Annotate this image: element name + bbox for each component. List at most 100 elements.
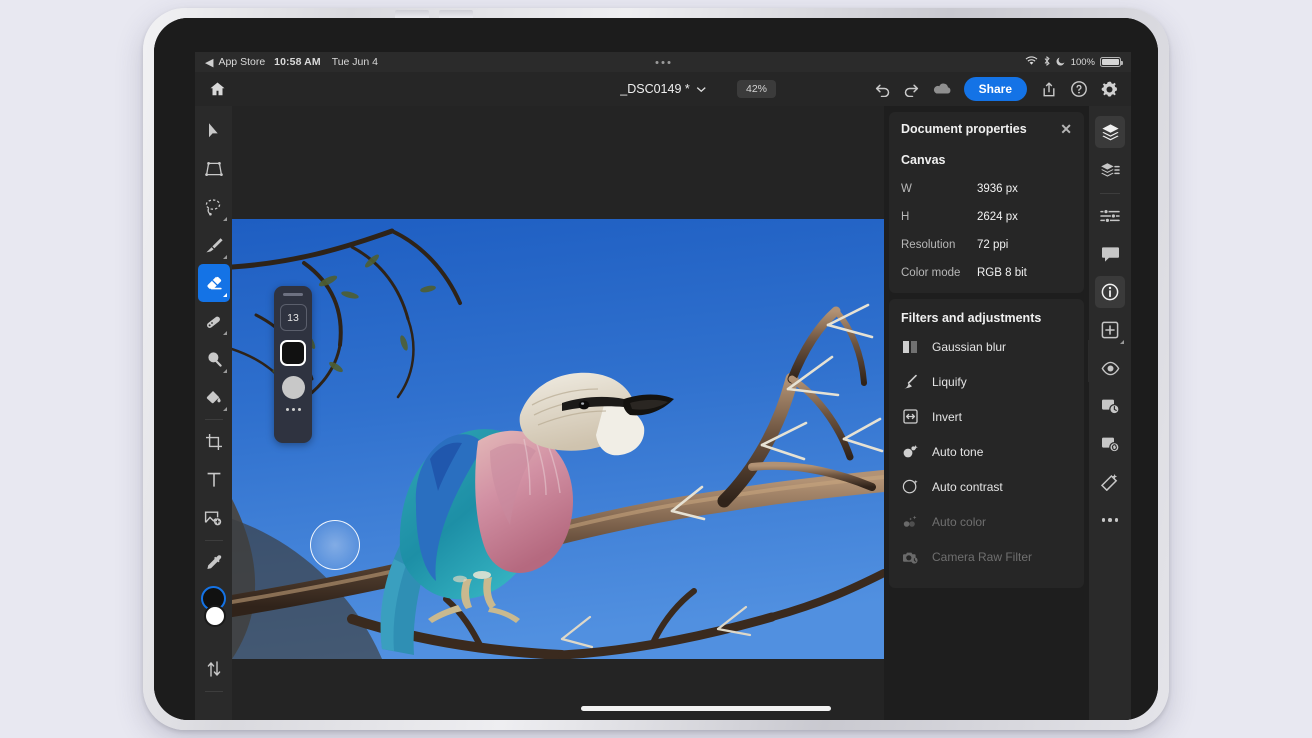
document-properties-title: Document properties — [901, 122, 1027, 136]
brush-settings-hud[interactable]: 13 — [274, 286, 312, 443]
zoom-level-chip[interactable]: 42% — [737, 80, 776, 98]
scene-root: ◀ App Store 10:58 AM Tue Jun 4 — [0, 0, 1312, 738]
layers-panel-button[interactable] — [1095, 116, 1125, 148]
filter-label: Liquify — [932, 375, 967, 389]
close-icon[interactable]: ✕ — [1060, 122, 1072, 136]
chevron-down-icon[interactable] — [696, 82, 706, 96]
property-key: W — [901, 183, 977, 195]
transform-tool[interactable] — [198, 150, 230, 188]
invert-icon — [901, 408, 919, 426]
property-key: H — [901, 211, 977, 223]
status-back-app-label[interactable]: App Store — [218, 56, 265, 68]
filter-item-liquify[interactable]: Liquify — [901, 364, 1072, 399]
settings-icon[interactable] — [1095, 76, 1123, 102]
battery-icon — [1100, 57, 1121, 67]
healing-brush-tool[interactable] — [198, 302, 230, 340]
add-layer-button[interactable] — [1095, 314, 1125, 346]
brush-size-value[interactable]: 13 — [280, 304, 307, 331]
gaussian-blur-icon — [901, 338, 919, 356]
visibility-button[interactable] — [1095, 352, 1125, 384]
filter-item-auto-tone[interactable]: Auto tone — [901, 434, 1072, 469]
document-properties-card: Document properties ✕ Canvas W 3936 px H… — [889, 112, 1084, 293]
mask-button[interactable] — [1095, 390, 1125, 422]
property-row-resolution: Resolution 72 ppi — [901, 239, 1072, 251]
crop-tool[interactable] — [198, 423, 230, 461]
auto-color-icon — [901, 513, 919, 531]
filter-item-invert[interactable]: Invert — [901, 399, 1072, 434]
help-icon[interactable] — [1065, 76, 1093, 102]
auto-contrast-icon — [901, 478, 919, 496]
do-not-disturb-icon — [1056, 56, 1066, 69]
ios-status-bar: ◀ App Store 10:58 AM Tue Jun 4 — [195, 52, 1131, 72]
share-button[interactable]: Share — [964, 77, 1027, 101]
canvas-area[interactable]: 13 + — [232, 106, 922, 720]
filters-and-adjustments-card: Filters and adjustments Gaussian blur — [889, 299, 1084, 588]
place-image-tool[interactable] — [198, 499, 230, 537]
status-date: Tue Jun 4 — [332, 56, 378, 68]
property-row-width: W 3936 px — [901, 183, 1072, 195]
volume-down-button[interactable] — [439, 10, 473, 18]
info-button[interactable] — [1095, 276, 1125, 308]
volume-up-button[interactable] — [395, 10, 429, 18]
liquify-icon — [901, 373, 919, 391]
filter-label: Auto contrast — [932, 480, 1003, 494]
filter-item-auto-contrast[interactable]: Auto contrast — [901, 469, 1072, 504]
filter-item-camera-raw-filter: Camera Raw Filter — [901, 539, 1072, 574]
clipping-mask-button[interactable] — [1095, 428, 1125, 460]
filter-item-auto-color: Auto color — [901, 504, 1072, 539]
property-value[interactable]: 3936 px — [977, 183, 1018, 195]
bluetooth-icon — [1043, 56, 1051, 69]
multitask-handle[interactable] — [656, 61, 671, 64]
cloud-icon[interactable] — [928, 76, 956, 102]
photo-layer-lilac-breasted-roller[interactable] — [232, 219, 884, 659]
property-row-color-mode: Color mode RGB 8 bit — [901, 267, 1072, 279]
filter-label: Gaussian blur — [932, 340, 1006, 354]
properties-panel: Document properties ✕ Canvas W 3936 px H… — [884, 106, 1089, 720]
property-value[interactable]: RGB 8 bit — [977, 267, 1027, 279]
undo-icon[interactable] — [868, 76, 896, 102]
swap-arrows-icon[interactable] — [198, 650, 230, 688]
effects-button[interactable] — [1095, 466, 1125, 498]
property-value[interactable]: 72 ppi — [977, 239, 1008, 251]
brush-opacity-swatch[interactable] — [282, 376, 305, 399]
color-swatches[interactable] — [198, 586, 230, 644]
back-arrow-icon[interactable]: ◀ — [205, 56, 213, 69]
move-select-tool[interactable] — [198, 112, 230, 150]
document-properties-header: Document properties ✕ — [901, 122, 1072, 136]
status-time: 10:58 AM — [274, 56, 321, 68]
document-title[interactable]: _DSC0149 * — [620, 82, 706, 96]
more-options-button[interactable] — [1095, 504, 1125, 536]
hud-drag-handle[interactable] — [283, 293, 303, 296]
brush-color-swatch[interactable] — [280, 340, 306, 366]
layer-properties-button[interactable] — [1095, 154, 1125, 186]
comments-button[interactable] — [1095, 238, 1125, 270]
background-color-swatch[interactable] — [204, 605, 226, 627]
home-icon[interactable] — [203, 76, 231, 102]
canvas-section-title: Canvas — [901, 153, 1072, 167]
adjustments-button[interactable] — [1095, 200, 1125, 232]
filter-item-gaussian-blur[interactable]: Gaussian blur — [901, 329, 1072, 364]
eyedropper-tool[interactable] — [198, 544, 230, 582]
paint-bucket-tool[interactable] — [198, 378, 230, 416]
auto-tone-icon — [901, 443, 919, 461]
eraser-tool[interactable] — [198, 264, 230, 302]
property-value[interactable]: 2624 px — [977, 211, 1018, 223]
redo-icon[interactable] — [898, 76, 926, 102]
brush-tool[interactable] — [198, 226, 230, 264]
filter-label: Auto color — [932, 515, 986, 529]
filter-label: Camera Raw Filter — [932, 550, 1032, 564]
app-toolbar: _DSC0149 * 42% — [195, 72, 1131, 106]
blur-tool[interactable] — [198, 340, 230, 378]
property-key: Resolution — [901, 239, 977, 251]
type-tool[interactable] — [198, 461, 230, 499]
property-row-height: H 2624 px — [901, 211, 1072, 223]
camera-raw-icon — [901, 548, 919, 566]
export-icon[interactable] — [1035, 76, 1063, 102]
home-indicator[interactable] — [581, 706, 831, 711]
filters-panel-title: Filters and adjustments — [901, 311, 1072, 325]
document-title-label: _DSC0149 * — [620, 82, 690, 96]
lasso-select-tool[interactable] — [198, 188, 230, 226]
filter-label: Auto tone — [932, 445, 983, 459]
battery-percent-label: 100% — [1071, 57, 1095, 68]
brush-more-options-icon[interactable] — [286, 408, 301, 411]
